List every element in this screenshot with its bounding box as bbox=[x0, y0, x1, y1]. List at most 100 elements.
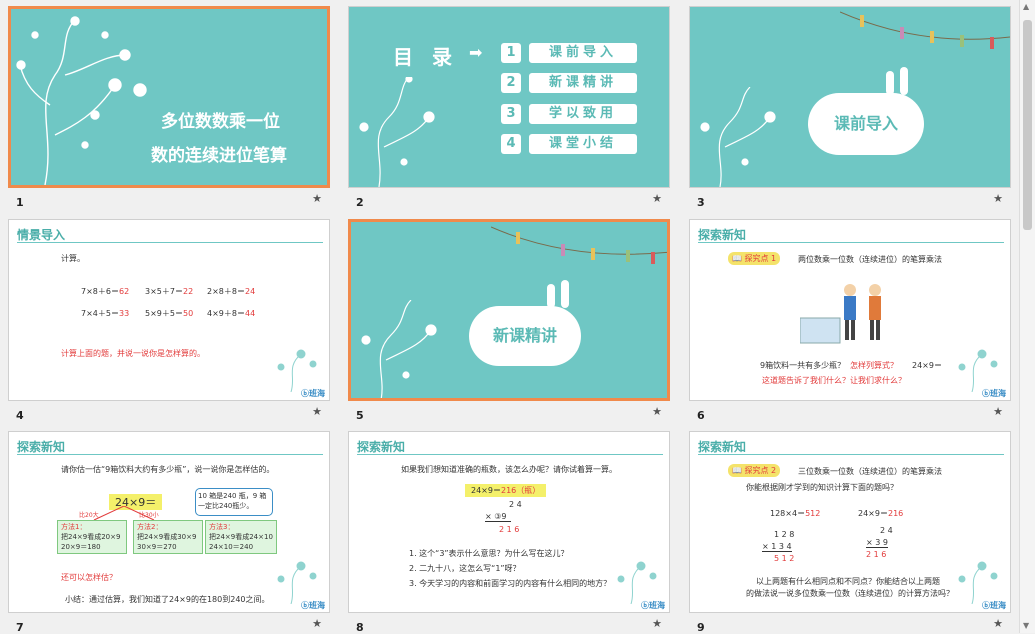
toc-item-2: 新课精讲 bbox=[529, 73, 637, 93]
closing-question-1: 以上两题有什么相同点和不同点？你能结合以上两题 bbox=[756, 577, 940, 586]
slide-number: 1 bbox=[16, 196, 24, 209]
slide-5[interactable]: 新课精讲 bbox=[348, 219, 670, 401]
vertical-calc-2-result: 2 1 6 bbox=[866, 550, 887, 559]
animation-star-icon[interactable]: ★ bbox=[312, 192, 322, 205]
toc-number-4: 4 bbox=[501, 134, 521, 154]
toc-item-3: 学以致用 bbox=[529, 104, 637, 124]
animation-star-icon[interactable]: ★ bbox=[652, 617, 662, 630]
equation: 3×5＋7＝22 bbox=[145, 287, 194, 296]
animation-star-icon[interactable]: ★ bbox=[652, 192, 662, 205]
arrow-right-icon: ➡ bbox=[469, 43, 483, 62]
section-cloud-title: 新课精讲 bbox=[469, 306, 581, 366]
floral-decoration-icon bbox=[359, 77, 435, 187]
toc-number-3: 3 bbox=[501, 104, 521, 124]
slide-6[interactable]: 探索新知 📖 探究点 1 两位数乘一位数（连续进位）的笔算乘法 9箱饮料一共有多… bbox=[689, 219, 1011, 401]
slide-number: 2 bbox=[356, 196, 364, 209]
vertical-calc-2-row-1: 2 4 bbox=[880, 526, 893, 535]
animation-star-icon[interactable]: ★ bbox=[993, 405, 1003, 418]
slide-intro: 计算。 bbox=[61, 254, 85, 263]
toc-number-2: 2 bbox=[501, 73, 521, 93]
clothesline-clips-icon bbox=[840, 11, 1010, 49]
banhai-logo: ⓑ班海 bbox=[982, 601, 1006, 610]
follow-up-question: 还可以怎样估？ bbox=[61, 573, 117, 582]
equation: 5×9＋5＝50 bbox=[145, 309, 194, 318]
banhai-logo: ⓑ班海 bbox=[301, 601, 325, 610]
floral-decoration-icon bbox=[361, 300, 437, 398]
bunny-ear-icon bbox=[900, 67, 908, 95]
slide-1[interactable]: 多位数数乘一位 数的连续进位笔算 bbox=[8, 6, 330, 188]
toc-item-4: 课堂小结 bbox=[529, 134, 637, 154]
result-equation: 24×9＝216（瓶） bbox=[465, 484, 547, 497]
slide-3[interactable]: 课前导入 bbox=[689, 6, 1011, 188]
vertical-calc-result: 2 1 6 bbox=[499, 525, 520, 534]
slide-number: 8 bbox=[356, 621, 364, 634]
bunny-ear-icon bbox=[561, 280, 569, 308]
slide-1-title-line1: 多位数数乘一位 bbox=[161, 112, 280, 132]
bunny-ear-icon bbox=[547, 284, 555, 308]
slide-header: 情景导入 bbox=[17, 226, 323, 243]
slide-question: 如果我们想知道准确的瓶数，该怎么办呢？请你试着算一算。 bbox=[401, 465, 617, 474]
exploration-tag: 📖 探究点 2 bbox=[728, 464, 781, 477]
prompt-1: 1. 这个“3”表示什么意思？为什么写在这儿？ bbox=[409, 549, 569, 558]
slide-9[interactable]: 探索新知 📖 探究点 2 三位数乘一位数（连续进位）的笔算乘法 你能根据刚才学到… bbox=[689, 431, 1011, 613]
people-with-boxes-illustration-icon bbox=[800, 284, 881, 344]
slide-number: 7 bbox=[16, 621, 24, 634]
animation-star-icon[interactable]: ★ bbox=[993, 192, 1003, 205]
equation-1: 128×4＝512 bbox=[770, 509, 821, 518]
slide-7[interactable]: 探索新知 请你估一估“9箱饮料大约有多少瓶”，说一说你是怎样估的。 24×9＝ … bbox=[8, 431, 330, 613]
slide-2[interactable]: 目 录 ➡ 1 课前导入 2 新课精讲 3 学以致用 4 课堂小结 bbox=[348, 6, 670, 188]
method-box-3: 方法3： 把24×9看成24×10 24×10＝240 bbox=[205, 520, 277, 554]
equation-2: 24×9＝216 bbox=[858, 509, 904, 518]
bunny-ear-icon bbox=[886, 71, 894, 95]
toc-item-1: 课前导入 bbox=[529, 43, 637, 63]
slide-8[interactable]: 探索新知 如果我们想知道准确的瓶数，该怎么办呢？请你试着算一算。 24×9＝21… bbox=[348, 431, 670, 613]
floral-decoration-icon bbox=[617, 561, 657, 604]
banhai-logo: ⓑ班海 bbox=[982, 389, 1006, 398]
vertical-calc-1-result: 5 1 2 bbox=[774, 554, 795, 563]
hint-bubble: 10 箱是240 瓶，9 箱一定比240瓶少。 bbox=[195, 488, 273, 516]
animation-star-icon[interactable]: ★ bbox=[993, 617, 1003, 630]
vertical-calc-row-1: 2 4 bbox=[509, 500, 522, 509]
animation-star-icon[interactable]: ★ bbox=[652, 405, 662, 418]
vertical-calc-row-2: × ③9 bbox=[485, 512, 511, 522]
prompt-3: 3. 今天学习的内容和前面学习的内容有什么相同的地方？ bbox=[409, 579, 612, 588]
method-box-1: 方法1： 把24×9看成20×9 20×9＝180 bbox=[57, 520, 127, 554]
vertical-calc-1-row-1: 1 2 8 bbox=[774, 530, 795, 539]
vertical-calc-2-row-2: × 3 9 bbox=[866, 538, 888, 548]
floral-decoration-icon bbox=[958, 561, 998, 604]
equation: 24×9＝ bbox=[912, 361, 942, 370]
banhai-logo: ⓑ班海 bbox=[641, 601, 665, 610]
upper-bound-label: 比30小 bbox=[139, 512, 159, 519]
floral-decoration-icon bbox=[16, 16, 147, 185]
scrollbar-thumb[interactable] bbox=[1023, 20, 1032, 230]
animation-star-icon[interactable]: ★ bbox=[312, 617, 322, 630]
floral-decoration-icon bbox=[277, 349, 317, 392]
equation: 7×4＋5＝33 bbox=[81, 309, 130, 318]
section-cloud-title: 课前导入 bbox=[808, 93, 924, 155]
slide-1-title-line2: 数的连续进位笔算 bbox=[151, 146, 287, 166]
slide-number: 5 bbox=[356, 409, 364, 422]
toc-heading: 目 录 bbox=[393, 45, 458, 69]
animation-star-icon[interactable]: ★ bbox=[312, 405, 322, 418]
slide-4[interactable]: 情景导入 计算。 7×8＋6＝62 3×5＋7＝22 2×8＋8＝24 7×4＋… bbox=[8, 219, 330, 401]
vertical-scrollbar[interactable]: ▲ ▼ bbox=[1019, 0, 1035, 633]
slide-number: 9 bbox=[697, 621, 705, 634]
question-2: 这道题告诉了我们什么？让我们求什么？ bbox=[762, 376, 906, 385]
closing-question-2: 的做法说一说多位数乘一位数（连续进位）的计算方法吗？ bbox=[746, 589, 954, 598]
slide-number: 4 bbox=[16, 409, 24, 422]
slide-question: 请你估一估“9箱饮料大约有多少瓶”，说一说你是怎样估的。 bbox=[61, 465, 275, 474]
equation: 4×9＋8＝44 bbox=[207, 309, 256, 318]
lower-bound-label: 比20大 bbox=[79, 512, 99, 519]
equation: 7×8＋6＝62 bbox=[81, 287, 130, 296]
question-1: 9箱饮料一共有多少瓶？ bbox=[760, 361, 846, 370]
banhai-logo: ⓑ班海 bbox=[301, 389, 325, 398]
toc-number-1: 1 bbox=[501, 43, 521, 63]
slide-header: 探索新知 bbox=[698, 438, 1004, 455]
scroll-up-arrow-icon[interactable]: ▲ bbox=[1023, 2, 1029, 11]
vertical-calc-1-row-2: × 1 3 4 bbox=[762, 542, 792, 552]
question-1b: 怎样列算式？ bbox=[850, 361, 898, 370]
scroll-down-arrow-icon[interactable]: ▼ bbox=[1023, 621, 1029, 630]
slide-header: 探索新知 bbox=[698, 226, 1004, 243]
floral-decoration-icon bbox=[958, 349, 998, 392]
prompt-2: 2. 二九十八，这怎么写“1”呀？ bbox=[409, 564, 521, 573]
